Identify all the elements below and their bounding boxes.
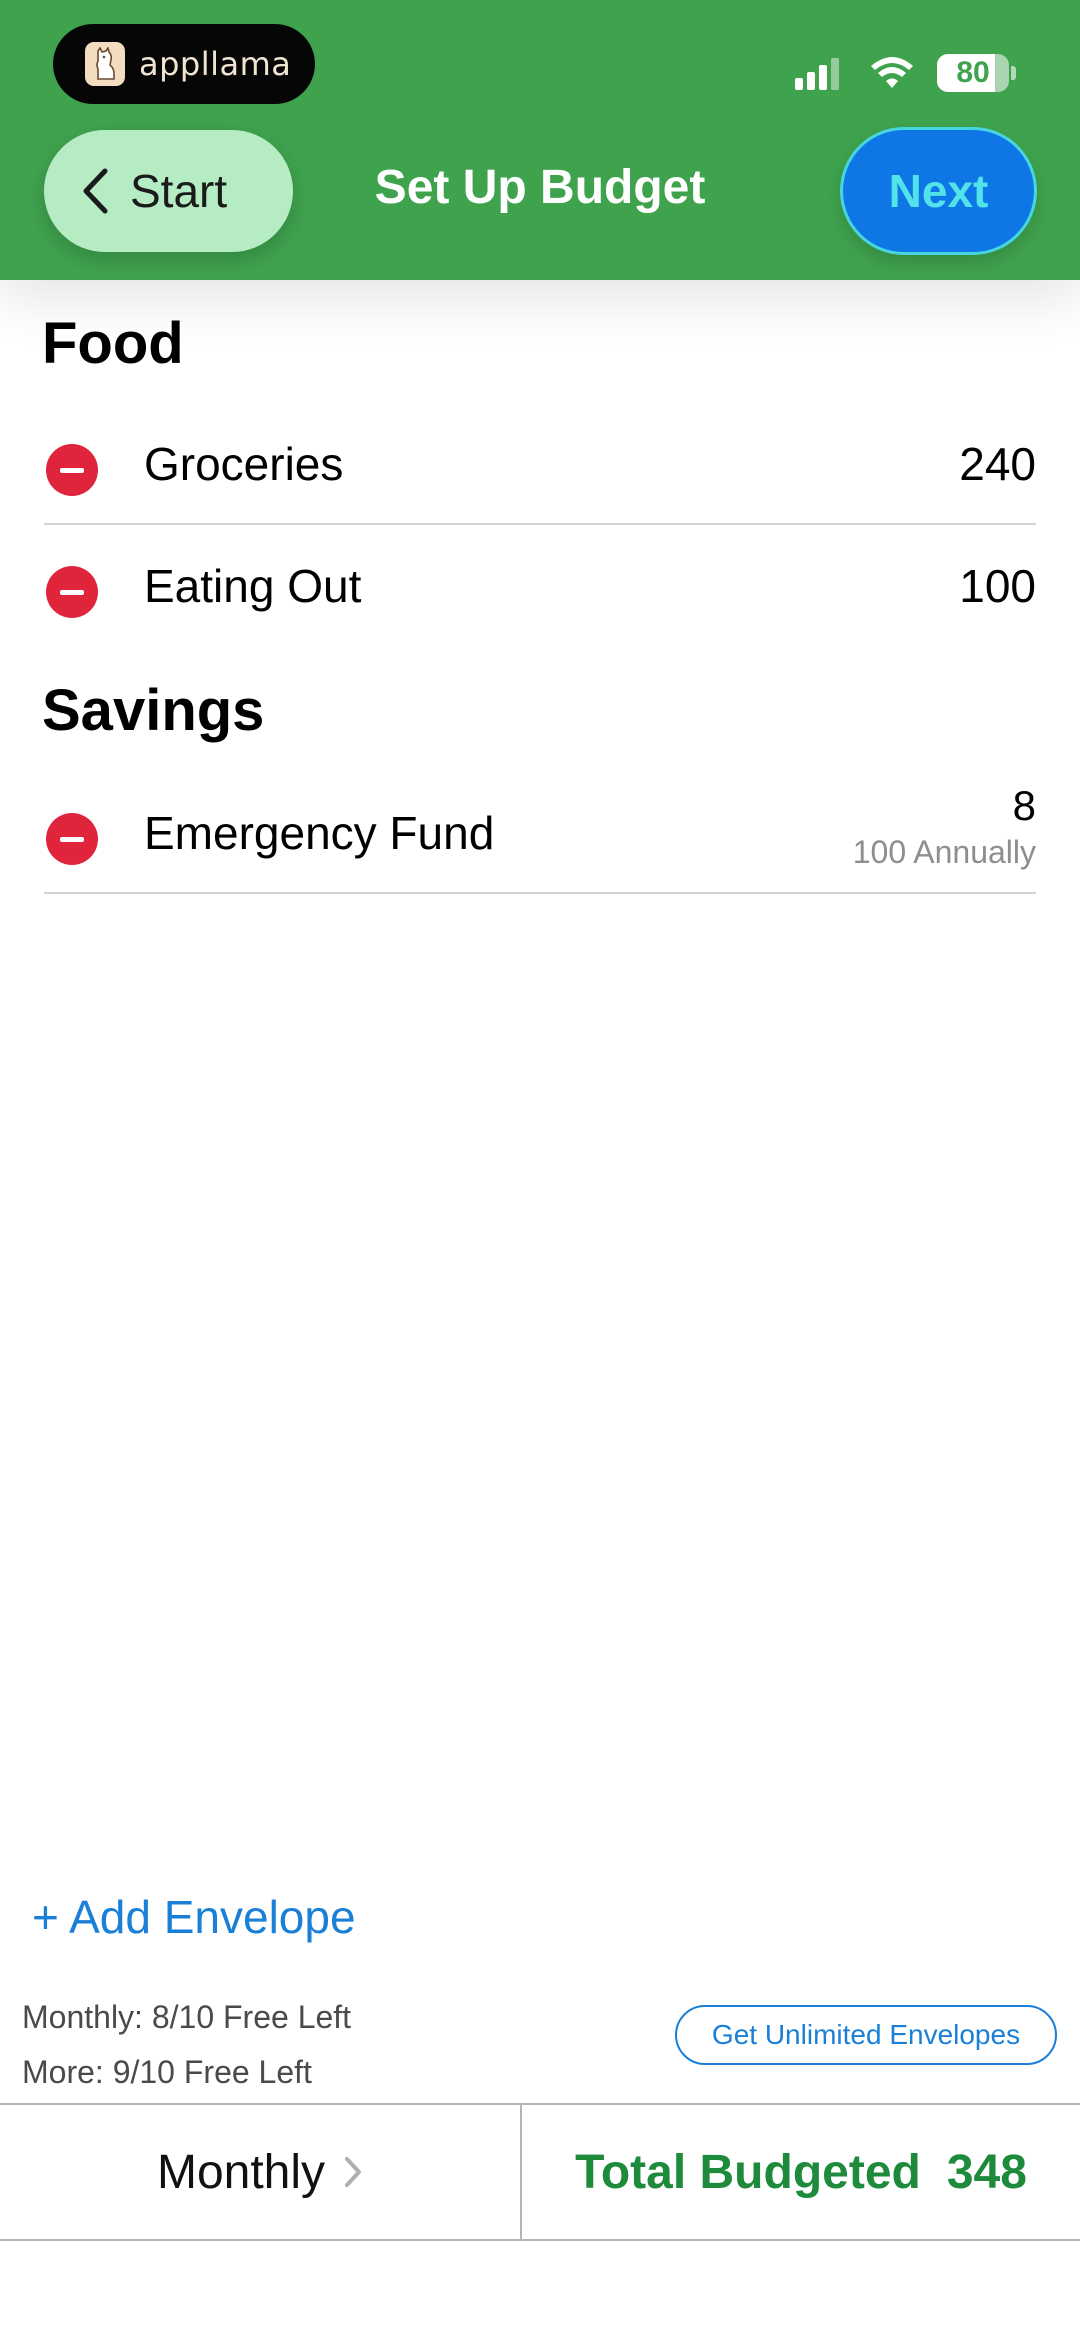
app-pill-label: appllama [139,45,292,83]
minus-circle-icon[interactable] [46,813,98,865]
envelope-name: Emergency Fund [144,807,495,859]
envelope-row-emergency-fund[interactable]: Emergency Fund 8 100 Annually [0,772,1080,894]
next-button[interactable]: Next [843,130,1034,252]
header-bar: appllama 80 Start Set Up Budget Next [0,0,1080,280]
back-start-button[interactable]: Start [44,130,293,252]
get-unlimited-envelopes-button[interactable]: Get Unlimited Envelopes [675,2005,1057,2065]
envelope-amount[interactable]: 8 100 Annually [853,782,1036,871]
total-budgeted-label: Total Budgeted [575,2145,921,2199]
envelope-row-eating-out[interactable]: Eating Out 100 [0,525,1080,647]
battery-icon: 80 [937,54,1009,92]
minus-circle-icon[interactable] [46,566,98,618]
section-title-food: Food [42,311,184,376]
free-left-info: Monthly: 8/10 Free Left More: 9/10 Free … [22,1990,351,2100]
envelope-amount-value: 8 [1012,782,1036,829]
monthly-free-left: Monthly: 8/10 Free Left [22,1999,352,2035]
more-free-left: More: 9/10 Free Left [22,2054,312,2090]
chevron-right-icon [345,2157,362,2187]
envelope-name: Groceries [144,438,344,490]
wifi-icon [871,57,913,88]
cellular-signal-icon [795,56,843,90]
period-selector[interactable]: Monthly [0,2105,522,2239]
envelope-amount[interactable]: 100 [959,559,1036,613]
dynamic-island-pill: appllama [53,24,315,104]
row-divider [44,892,1036,894]
envelope-amount[interactable]: 240 [959,437,1036,491]
status-icons: 80 [795,50,1016,96]
period-label: Monthly [156,2145,326,2199]
battery-level: 80 [956,56,990,89]
envelope-name: Eating Out [144,560,362,612]
battery-nub [1011,66,1016,80]
section-title-savings: Savings [42,678,265,743]
minus-circle-icon[interactable] [46,444,98,496]
total-budgeted: Total Budgeted 348 [522,2105,1080,2239]
llama-logo-icon [85,42,125,86]
back-button-label: Start [130,165,228,217]
bottom-summary-bar: Monthly Total Budgeted 348 [0,2103,1080,2241]
chevron-left-icon [83,168,108,214]
total-budgeted-value: 348 [946,2145,1027,2199]
page-title: Set Up Budget [374,161,706,214]
envelope-row-groceries[interactable]: Groceries 240 [0,403,1080,525]
budget-setup-screen: appllama 80 Start Set Up Budget Next Foo… [0,0,1080,2336]
add-envelope-button[interactable]: + Add Envelope [32,1890,356,1944]
envelope-annual-amount: 100 Annually [852,834,1036,870]
